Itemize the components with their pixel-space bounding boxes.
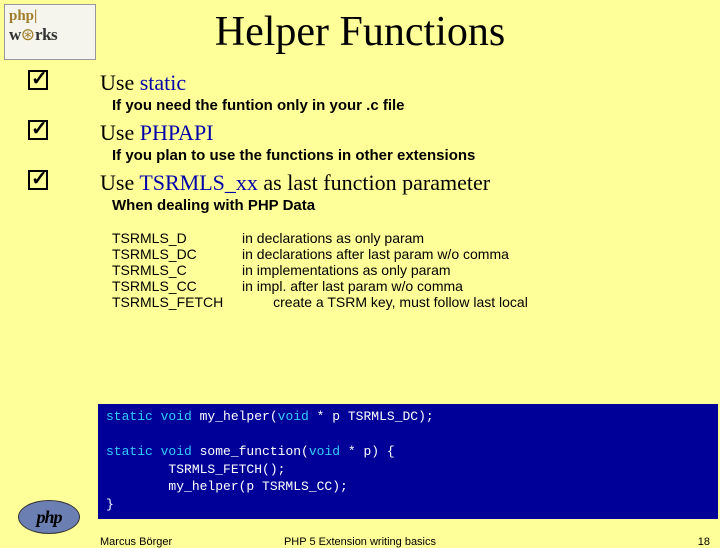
item-heading: Use static <box>100 70 708 96</box>
bullet-item: Use static If you need the funtion only … <box>24 70 708 114</box>
item-subtext: If you plan to use the functions in othe… <box>112 147 708 164</box>
code-line: TSRMLS_FETCH(); <box>106 461 710 479</box>
check-icon <box>28 70 52 94</box>
item-subtext: When dealing with PHP Data <box>112 197 708 214</box>
keyword: static <box>140 70 186 95</box>
item-subtext: If you need the funtion only in your .c … <box>112 97 708 114</box>
check-icon <box>28 170 52 194</box>
item-heading: Use TSRMLS_xx as last function parameter <box>100 170 708 196</box>
code-line: } <box>106 496 710 514</box>
slide-content: Use static If you need the funtion only … <box>24 70 708 316</box>
keyword: PHPAPI <box>140 120 214 145</box>
bullet-item: Use PHPAPI If you plan to use the functi… <box>24 120 708 164</box>
code-blank <box>106 426 710 444</box>
code-line: my_helper(p TSRMLS_CC); <box>106 478 710 496</box>
footer-title: PHP 5 Extension writing basics <box>0 536 720 548</box>
code-line: static void some_function(void * p) { <box>106 443 710 461</box>
footer-page-number: 18 <box>698 536 710 548</box>
macro-list: TSRMLS_Din declarations as only param TS… <box>112 230 708 310</box>
code-line: static void my_helper(void * p TSRMLS_DC… <box>106 408 710 426</box>
macro-row: TSRMLS_CCin impl. after last param w/o c… <box>112 278 708 294</box>
item-heading: Use PHPAPI <box>100 120 708 146</box>
check-icon <box>28 120 52 144</box>
bullet-item: Use TSRMLS_xx as last function parameter… <box>24 170 708 310</box>
macro-row: TSRMLS_Cin implementations as only param <box>112 262 708 278</box>
slide-title: Helper Functions <box>0 8 720 56</box>
macro-row: TSRMLS_FETCH create a TSRM key, must fol… <box>112 294 708 310</box>
php-logo-text: php <box>36 507 61 528</box>
code-block: static void my_helper(void * p TSRMLS_DC… <box>98 404 718 519</box>
php-logo: php <box>18 500 80 534</box>
macro-row: TSRMLS_DCin declarations after last para… <box>112 246 708 262</box>
keyword: TSRMLS_xx <box>139 170 258 195</box>
macro-row: TSRMLS_Din declarations as only param <box>112 230 708 246</box>
